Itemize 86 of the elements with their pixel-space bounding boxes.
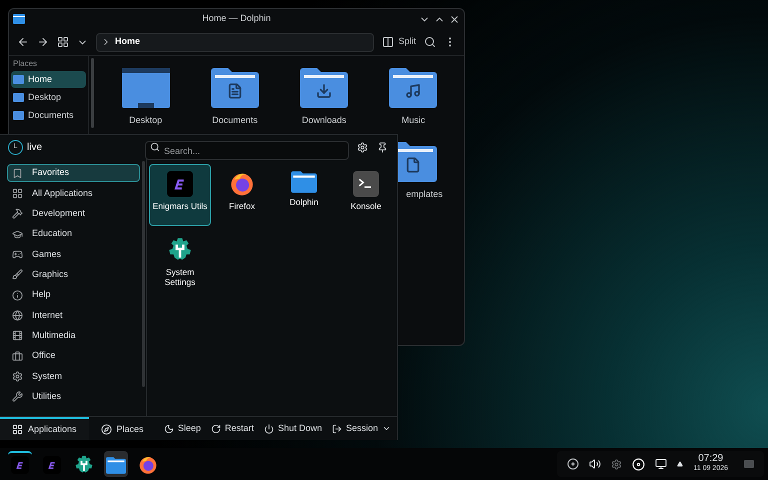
app-tile[interactable]: Konsole	[335, 164, 397, 226]
compass-icon	[100, 424, 112, 435]
places-heading: Places	[12, 58, 38, 70]
film-icon	[12, 330, 23, 342]
logout-icon	[332, 424, 342, 434]
gamepad-icon	[12, 248, 23, 260]
search-field[interactable]: Search...	[145, 141, 349, 160]
gear-icon[interactable]	[611, 458, 622, 470]
app-tile[interactable]: Firefox	[211, 164, 273, 226]
grid-icon	[12, 424, 23, 435]
grid-icon[interactable]	[57, 36, 69, 48]
graduation-cap-icon	[12, 228, 23, 240]
power-icon	[264, 424, 274, 434]
grid-icon	[12, 188, 23, 199]
e-logo-icon	[167, 171, 193, 197]
globe-icon	[12, 310, 23, 321]
folder-icon	[389, 68, 438, 108]
power-action-button[interactable]: Sleep	[164, 422, 201, 436]
fox-globe-icon	[229, 171, 255, 197]
hammer-icon	[12, 208, 23, 220]
expand-icon[interactable]	[677, 461, 684, 467]
moon-icon	[164, 424, 174, 434]
settings-icon[interactable]	[357, 142, 368, 152]
split-button[interactable]: Split	[382, 35, 416, 49]
taskbar-item[interactable]	[104, 451, 128, 477]
category-item[interactable]: Multimedia	[7, 326, 140, 345]
folder-label: Music	[402, 114, 426, 127]
pin-icon[interactable]	[377, 142, 388, 152]
menu-tab[interactable]: Places	[88, 417, 156, 440]
category-item[interactable]: All Applications	[7, 184, 140, 202]
folder-icon	[300, 68, 348, 108]
folder-label: emplates	[405, 188, 443, 201]
category-item[interactable]: System	[7, 367, 140, 386]
terminal-icon	[353, 171, 379, 197]
power-action-button[interactable]: Session	[332, 422, 391, 436]
power-action-button[interactable]: Restart	[210, 422, 254, 436]
disc-icon[interactable]	[632, 458, 646, 470]
app-tile[interactable]: System Settings	[149, 230, 211, 292]
window-title: Home — Dolphin	[202, 12, 271, 26]
power-action-button[interactable]: Shut Down	[264, 422, 322, 436]
folder-icon	[13, 14, 25, 24]
category-item[interactable]: Internet	[7, 306, 140, 324]
user-name: live	[27, 140, 42, 154]
app-tile[interactable]: Dolphin	[273, 164, 335, 226]
taskbar-item[interactable]	[8, 451, 32, 477]
places-item[interactable]: Documents	[11, 107, 86, 124]
caret-icon	[382, 424, 391, 433]
category-item[interactable]: Games	[7, 245, 140, 264]
location-bar[interactable]: Home	[96, 32, 374, 52]
search-icon[interactable]	[424, 36, 436, 48]
app-tile[interactable]: Enigmars Utils	[149, 164, 211, 226]
folder-icon	[210, 68, 259, 108]
volume-icon[interactable]	[589, 458, 602, 470]
category-item[interactable]: Graphics	[7, 266, 140, 284]
category-item[interactable]: Utilities	[7, 388, 140, 406]
fox-globe-icon	[138, 455, 158, 475]
close-icon[interactable]	[449, 14, 460, 24]
menu-tab[interactable]: Applications	[0, 417, 89, 440]
category-item[interactable]: Office	[7, 347, 140, 366]
folder-label: Documents	[212, 114, 258, 127]
gear-icon	[12, 370, 23, 382]
places-item[interactable]: Home	[11, 71, 86, 88]
folder-icon	[106, 456, 126, 474]
wrench-icon	[12, 391, 23, 402]
folder-icon	[291, 171, 317, 194]
folder-label: Downloads	[302, 114, 346, 127]
category-item[interactable]: Education	[7, 225, 140, 244]
e-logo-icon	[11, 456, 29, 474]
places-item[interactable]: Desktop	[11, 89, 86, 106]
search-icon	[150, 142, 160, 152]
category-item[interactable]: Development	[7, 204, 140, 223]
category-item[interactable]: Favorites	[7, 164, 140, 182]
info-icon	[12, 290, 23, 301]
bookmark-icon	[12, 168, 23, 178]
back-icon[interactable]	[17, 36, 29, 48]
desktop-folder-icon	[122, 68, 170, 108]
split-view-icon	[382, 36, 394, 48]
brush-icon	[12, 269, 23, 280]
gear-wrench-icon	[74, 455, 94, 475]
e-logo-icon	[43, 456, 61, 474]
briefcase-icon	[12, 350, 23, 362]
monitor-icon[interactable]	[655, 458, 668, 470]
forward-icon[interactable]	[37, 36, 49, 48]
folder-label: Desktop	[129, 114, 162, 127]
category-item[interactable]: Help	[7, 286, 140, 304]
restart-icon	[210, 424, 221, 434]
